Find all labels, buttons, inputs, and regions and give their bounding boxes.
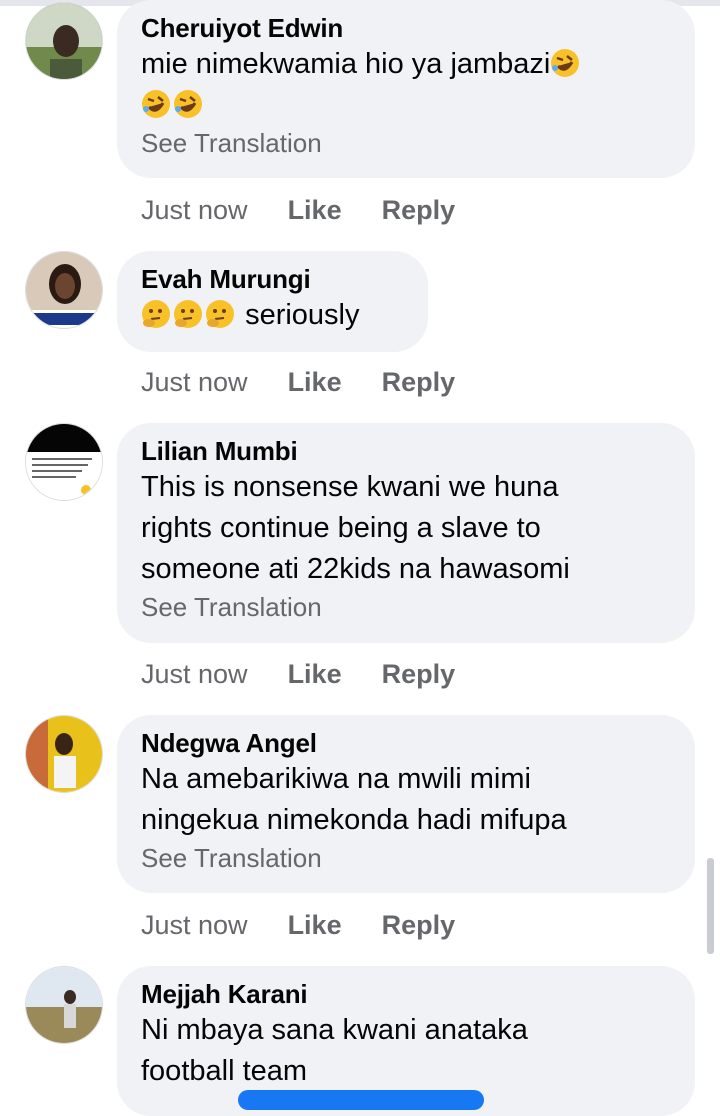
comment-text-line: rights continue being a slave to	[141, 512, 541, 544]
comment-bubble[interactable]: Cheruiyot Edwin mie nimekwamia hio ya ja…	[117, 0, 695, 178]
timestamp[interactable]: Just now	[141, 910, 248, 941]
rofl-emoji-icon	[142, 90, 170, 118]
comment-text: mie nimekwamia hio ya jambazi	[141, 44, 671, 126]
rofl-emoji-icon	[174, 90, 202, 118]
like-button[interactable]: Like	[288, 659, 342, 690]
comment-bubble[interactable]: Ndegwa Angel Na amebarikiwa na mwili mim…	[117, 715, 695, 893]
comment-text-line: football team	[141, 1055, 308, 1087]
comment-author[interactable]: Evah Murungi	[141, 263, 404, 295]
timestamp[interactable]: Just now	[141, 367, 248, 398]
comment-actions: Just now Like Reply	[141, 362, 495, 402]
comment-bubble[interactable]: Lilian Mumbi This is nonsense kwani we h…	[117, 423, 695, 643]
avatar[interactable]	[25, 966, 103, 1044]
comment-bubble[interactable]: Evah Murungi seriously	[117, 251, 428, 352]
see-translation-link[interactable]: See Translation	[141, 590, 671, 624]
reply-button[interactable]: Reply	[382, 367, 456, 398]
thinking-face-emoji-icon	[206, 300, 234, 328]
comment-actions: Just now Like Reply	[141, 190, 495, 230]
see-translation-link[interactable]: See Translation	[141, 126, 671, 160]
comment-text-line: This is nonsense kwani we huna	[141, 471, 559, 503]
comment-actions: Just now Like Reply	[141, 905, 495, 945]
avatar[interactable]	[25, 251, 103, 329]
new-comments-pill[interactable]	[238, 1090, 484, 1110]
comment-author[interactable]: Lilian Mumbi	[141, 435, 671, 467]
like-button[interactable]: Like	[288, 195, 342, 226]
comment-actions: Just now Like Reply	[141, 654, 495, 694]
like-button[interactable]: Like	[288, 910, 342, 941]
reply-button[interactable]: Reply	[382, 659, 456, 690]
avatar-photo	[26, 424, 102, 500]
reply-button[interactable]: Reply	[382, 910, 456, 941]
avatar[interactable]	[25, 2, 103, 80]
rofl-emoji-icon	[551, 49, 580, 77]
comment-text-line: ningekua nimekonda hadi mifupa	[141, 804, 567, 836]
avatar-photo	[26, 716, 102, 792]
scrollbar[interactable]	[707, 858, 714, 954]
comment-text-line: Ni mbaya sana kwani anataka	[141, 1014, 528, 1046]
see-translation-link[interactable]: See Translation	[141, 841, 671, 875]
thinking-face-emoji-icon	[142, 300, 170, 328]
comment-text-line: Na amebarikiwa na mwili mimi	[141, 763, 531, 795]
comment-author[interactable]: Ndegwa Angel	[141, 727, 671, 759]
avatar-photo	[26, 252, 102, 328]
timestamp[interactable]: Just now	[141, 659, 248, 690]
avatar[interactable]	[25, 715, 103, 793]
timestamp[interactable]: Just now	[141, 195, 248, 226]
comment-author[interactable]: Mejjah Karani	[141, 978, 671, 1010]
comment-text-line: someone ati 22kids na hawasomi	[141, 553, 570, 585]
comment-text: seriously	[141, 295, 404, 336]
thinking-face-emoji-icon	[174, 300, 202, 328]
avatar-photo	[26, 967, 102, 1043]
like-button[interactable]: Like	[288, 367, 342, 398]
reply-button[interactable]: Reply	[382, 195, 456, 226]
avatar-photo	[26, 3, 102, 79]
avatar[interactable]	[25, 423, 103, 501]
comment-author[interactable]: Cheruiyot Edwin	[141, 12, 671, 44]
